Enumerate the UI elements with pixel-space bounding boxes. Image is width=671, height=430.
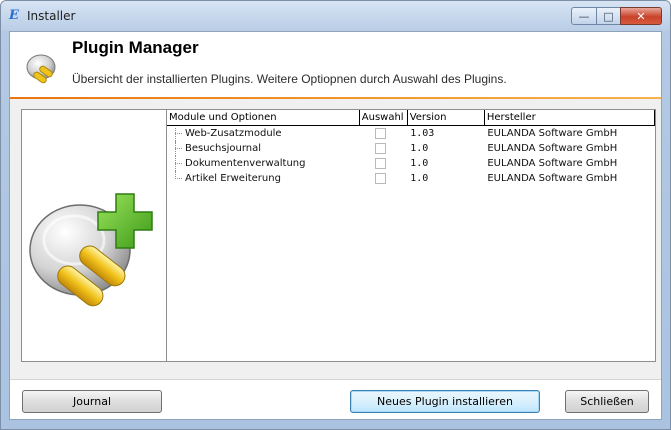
column-header-hersteller[interactable]: Hersteller	[484, 110, 656, 126]
plugin-list[interactable]: Module und Optionen Auswahl Version Hers…	[166, 109, 656, 362]
installer-window: E Installer — □ ✕ Plugin Manager Übersic	[0, 0, 671, 430]
plugin-name-cell: Dokumentenverwaltung	[167, 156, 359, 171]
version-cell: 1.0	[410, 173, 429, 184]
page-title: Plugin Manager	[72, 38, 199, 57]
select-checkbox[interactable]	[375, 127, 387, 139]
vendor-cell: EULANDA Software GmbH	[487, 158, 618, 169]
plugin-name-cell: Artikel Erweiterung	[167, 171, 359, 186]
version-cell: 1.0	[410, 143, 429, 154]
close-button[interactable]: Schließen	[565, 390, 649, 413]
plugin-name: Web-Zusatzmodule	[185, 128, 282, 139]
client-area: Plugin Manager Übersicht der installiert…	[9, 31, 662, 420]
journal-button[interactable]: Journal	[22, 390, 162, 413]
app-icon: E	[9, 8, 19, 23]
column-header-auswahl[interactable]: Auswahl	[359, 110, 408, 126]
version-cell: 1.0	[410, 158, 429, 169]
table-row[interactable]: Artikel Erweiterung 1.0 EULANDA Software…	[167, 171, 655, 186]
page-subtitle: Übersicht der installierten Plugins. Wei…	[72, 72, 507, 86]
vendor-cell: EULANDA Software GmbH	[487, 143, 618, 154]
auswahl-cell	[359, 126, 407, 142]
window-title: Installer	[27, 9, 76, 23]
select-checkbox[interactable]	[375, 142, 387, 154]
plugin-name: Artikel Erweiterung	[185, 173, 281, 184]
vendor-cell: EULANDA Software GmbH	[487, 173, 618, 184]
header: Plugin Manager Übersicht der installiert…	[10, 32, 661, 99]
version-cell: 1.03	[410, 128, 435, 139]
plugin-add-icon	[29, 193, 153, 307]
table-row[interactable]: Dokumentenverwaltung 1.0 EULANDA Softwar…	[167, 156, 655, 171]
plugin-image-panel	[21, 109, 167, 362]
install-plugin-button[interactable]: Neues Plugin installieren	[350, 390, 540, 413]
table-row[interactable]: Besuchsjournal 1.0 EULANDA Software GmbH	[167, 141, 655, 156]
maximize-button[interactable]: □	[596, 7, 621, 25]
column-header-version[interactable]: Version	[407, 110, 485, 126]
auswahl-cell	[359, 156, 407, 171]
plugin-name: Dokumentenverwaltung	[185, 158, 306, 169]
plugin-name: Besuchsjournal	[185, 143, 262, 154]
auswahl-cell	[359, 141, 407, 156]
select-checkbox[interactable]	[375, 157, 387, 169]
column-header-modules[interactable]: Module und Optionen	[167, 110, 360, 126]
select-checkbox[interactable]	[375, 172, 387, 184]
table-header-row: Module und Optionen Auswahl Version Hers…	[167, 110, 656, 126]
plugin-table: Module und Optionen Auswahl Version Hers…	[167, 110, 656, 186]
footer-separator	[10, 379, 661, 380]
auswahl-cell	[359, 171, 407, 186]
plugin-name-cell: Besuchsjournal	[167, 141, 359, 156]
content-area: Module und Optionen Auswahl Version Hers…	[10, 99, 661, 379]
minimize-button[interactable]: —	[571, 7, 597, 25]
table-row[interactable]: Web-Zusatzmodule 1.03 EULANDA Software G…	[167, 126, 655, 143]
plugin-name-cell: Web-Zusatzmodule	[167, 126, 359, 143]
title-bar[interactable]: E Installer — □ ✕	[1, 1, 670, 31]
vendor-cell: EULANDA Software GmbH	[487, 128, 618, 139]
plug-icon	[26, 54, 56, 84]
close-window-button[interactable]: ✕	[620, 7, 662, 25]
